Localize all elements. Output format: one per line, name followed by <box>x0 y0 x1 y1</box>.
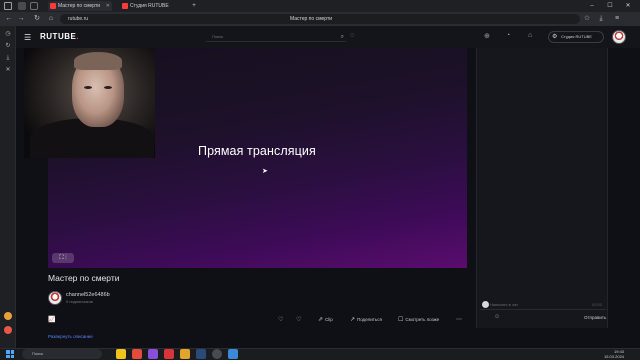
sidebar-app-icon[interactable] <box>4 326 12 334</box>
sidebar-clock-icon[interactable]: ◷ <box>4 30 12 38</box>
tab-label: Мастер по смерти <box>58 3 101 9</box>
rutube-logo[interactable]: RUTUBE. <box>40 32 79 41</box>
studio-button[interactable]: ⚙ Студия RUTUBE <box>548 31 604 43</box>
tab-master-po-smerti[interactable]: Мастер по смерти ✕ <box>48 1 112 11</box>
user-avatar[interactable] <box>612 30 626 44</box>
channel-avatar[interactable] <box>48 291 62 305</box>
add-video-icon[interactable]: ⊕ <box>484 32 490 40</box>
taskbar-app-yellow-icon[interactable] <box>116 349 126 359</box>
search-icon[interactable]: ⌕ <box>341 32 344 42</box>
home-icon[interactable]: ⌂ <box>46 14 56 24</box>
stats-icon[interactable]: 📈 <box>48 316 55 323</box>
reload-icon[interactable]: ↻ <box>32 14 42 24</box>
video-title: Мастер по смерти <box>48 273 120 283</box>
back-icon[interactable]: ← <box>4 14 14 24</box>
dislike-button[interactable]: ♡ <box>296 316 303 323</box>
taskbar-app-red-icon[interactable] <box>164 349 174 359</box>
search-input[interactable]: Поиск ⌕ <box>206 32 346 42</box>
player-controls[interactable]: ⛶ ⋮ <box>52 253 74 263</box>
browser-sidebar-button[interactable] <box>4 2 12 10</box>
page-title-in-address: Мастер по смерти <box>290 16 333 22</box>
taskbar-app-purple-icon[interactable] <box>148 349 158 359</box>
taskbar-search-input[interactable]: Поиск <box>22 349 102 359</box>
extensions-icon[interactable]: ⤓ <box>596 14 606 24</box>
chat-panel <box>476 48 608 328</box>
chat-input[interactable]: Написать в чат 0/200 <box>480 300 606 310</box>
menu-icon[interactable]: ≡ <box>612 14 622 24</box>
sidebar-settings-icon[interactable]: ✕ <box>4 66 12 74</box>
forward-icon[interactable]: → <box>16 14 26 24</box>
windows-start-icon[interactable] <box>6 350 14 358</box>
more-actions-icon[interactable]: ⋯ <box>456 316 464 323</box>
taskbar-obs-icon[interactable] <box>212 349 222 359</box>
chat-send-button[interactable]: Отправить <box>584 315 606 320</box>
taskbar-yandex-icon[interactable] <box>132 349 142 359</box>
clock-date: 15.03.2024 <box>604 354 625 359</box>
maximize-icon[interactable]: ☐ <box>602 0 618 12</box>
close-window-icon[interactable]: ✕ <box>620 0 636 12</box>
chat-char-counter: 0/200 <box>591 302 602 307</box>
expand-description-link[interactable]: Развернуть описание <box>48 334 93 339</box>
messages-icon[interactable]: ⌂ <box>528 32 532 39</box>
bookmark-icon[interactable]: ☆ <box>582 14 592 24</box>
taskbar-clock[interactable]: 19:43 15.03.2024 <box>604 349 624 359</box>
tab-label: Студия RUTUBE <box>130 3 169 9</box>
live-broadcast-label: Прямая трансляция <box>198 144 316 158</box>
tab-list-icon[interactable] <box>18 2 26 10</box>
workspace-icon[interactable] <box>30 2 38 10</box>
channel-subscribers: 0 подписчиков <box>66 299 93 304</box>
chat-user-avatar <box>482 301 489 308</box>
rutube-favicon-icon <box>122 3 128 9</box>
browser-sidebar <box>0 26 16 348</box>
channel-name[interactable]: channel52e6486b <box>66 292 110 298</box>
studio-icon: ⚙ <box>552 34 558 40</box>
sidebar-download-icon[interactable]: ⤓ <box>4 54 12 62</box>
webcam-person-hair <box>74 52 122 70</box>
taskbar-steam-icon[interactable] <box>196 349 206 359</box>
sidebar-add-icon[interactable] <box>4 312 12 320</box>
voice-search-icon[interactable]: ◌ <box>350 32 354 39</box>
hamburger-menu-icon[interactable]: ☰ <box>24 33 31 42</box>
like-button[interactable]: ♡ <box>278 316 285 323</box>
share-button[interactable]: ↗ Поделиться <box>350 316 382 323</box>
new-tab-icon[interactable]: + <box>186 0 202 12</box>
tab-studio-rutube[interactable]: Студия RUTUBE <box>120 1 184 11</box>
webcam-eye-left <box>84 86 92 89</box>
close-tab-icon[interactable]: ✕ <box>106 1 110 11</box>
mouse-cursor-icon: ➤ <box>262 168 268 175</box>
minimize-icon[interactable]: – <box>584 0 600 12</box>
taskbar-app-blue-icon[interactable] <box>228 349 238 359</box>
watch-later-button[interactable]: ☐ Смотреть позже <box>398 316 439 323</box>
sidebar-refresh-icon[interactable]: ↻ <box>4 42 12 50</box>
webcam-eye-right <box>104 86 112 89</box>
notifications-icon[interactable]: ◔ <box>506 32 510 39</box>
clip-button[interactable]: ⇗ Clip <box>318 316 333 323</box>
rutube-favicon-icon <box>50 3 56 9</box>
emoji-icon[interactable]: ☺ <box>494 314 500 320</box>
taskbar-files-icon[interactable] <box>180 349 190 359</box>
